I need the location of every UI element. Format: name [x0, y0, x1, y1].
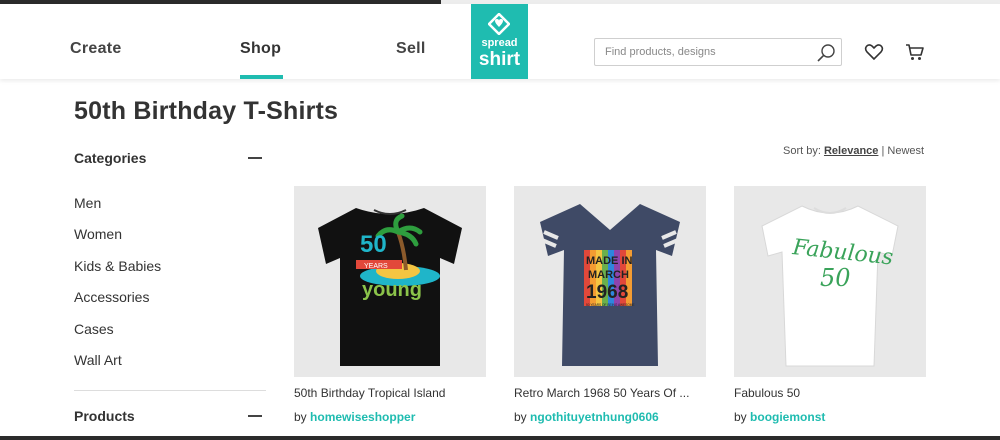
design-text-small: 50 YEARS OF BEING AWESOME [586, 303, 635, 307]
design-text-50: 50 [360, 231, 387, 258]
site-header: Create Shop Sell spread shirt [0, 4, 1000, 79]
designer-link[interactable]: homewiseshopper [310, 410, 415, 424]
tshirt-fabulous-50-image: Fabulous 50 [761, 205, 899, 367]
category-wall-art[interactable]: Wall Art [74, 352, 122, 368]
nav-active-indicator [240, 75, 283, 79]
category-women[interactable]: Women [74, 226, 122, 242]
heart-icon[interactable] [864, 42, 884, 62]
sort-label: Sort by: [783, 145, 821, 157]
by-label: by [734, 410, 747, 424]
nav-sell[interactable]: Sell [396, 40, 426, 58]
heart-logo-icon [488, 13, 510, 35]
collapse-categories-icon[interactable] [248, 157, 262, 159]
sort-control: Sort by: Relevance | Newest [783, 145, 924, 157]
logo-text-spread: spread [481, 37, 518, 49]
product-name[interactable]: Fabulous 50 [734, 386, 926, 400]
collapse-products-icon[interactable] [248, 415, 262, 417]
design-text-march: MARCH [588, 269, 629, 281]
design-text-50: 50 [820, 264, 851, 292]
category-kids-babies[interactable]: Kids & Babies [74, 258, 161, 274]
product-name[interactable]: 50th Birthday Tropical Island [294, 386, 486, 400]
by-label: by [294, 410, 307, 424]
product-designer: by ngothituyetnhung0606 [514, 410, 659, 424]
category-cases[interactable]: Cases [74, 321, 114, 337]
products-heading[interactable]: Products [74, 408, 135, 424]
tshirt-retro-march-1968-image: MADE IN MARCH 1968 50 YEARS OF BEING AWE… [540, 204, 680, 366]
spreadshirt-logo[interactable]: spread shirt [471, 4, 528, 79]
sort-newest[interactable]: Newest [887, 145, 924, 157]
logo-text-shirt: shirt [478, 49, 521, 70]
product-designer: by boogiemonst [734, 410, 825, 424]
category-men[interactable]: Men [74, 195, 101, 211]
nav-create[interactable]: Create [70, 40, 122, 58]
page-title: 50th Birthday T-Shirts [74, 97, 339, 125]
design-text-young: young [362, 279, 422, 301]
product-designer: by homewiseshopper [294, 410, 415, 424]
design-text-made-in: MADE IN [586, 255, 633, 267]
product-image[interactable]: Fabulous 50 [734, 186, 926, 377]
tshirt-tropical-island-image: 50 YEARS young [318, 208, 462, 366]
search-input[interactable] [605, 43, 805, 61]
product-image[interactable]: 50 YEARS young [294, 186, 486, 377]
design-text-1968: 1968 [586, 282, 628, 303]
window-bottom-edge [0, 436, 1000, 440]
sort-relevance[interactable]: Relevance [824, 145, 878, 157]
categories-heading[interactable]: Categories [74, 150, 146, 166]
sidebar-divider [74, 390, 266, 391]
design-text-years: YEARS [364, 263, 388, 270]
product-image[interactable]: MADE IN MARCH 1968 50 YEARS OF BEING AWE… [514, 186, 706, 377]
category-accessories[interactable]: Accessories [74, 289, 149, 305]
search-box [594, 38, 842, 66]
nav-shop[interactable]: Shop [240, 40, 281, 58]
product-name[interactable]: Retro March 1968 50 Years Of ... [514, 386, 706, 400]
cart-icon[interactable] [905, 42, 925, 62]
designer-link[interactable]: boogiemonst [750, 410, 825, 424]
by-label: by [514, 410, 527, 424]
sort-separator: | [881, 145, 885, 157]
search-icon[interactable] [816, 43, 836, 63]
designer-link[interactable]: ngothituyetnhung0606 [530, 410, 659, 424]
